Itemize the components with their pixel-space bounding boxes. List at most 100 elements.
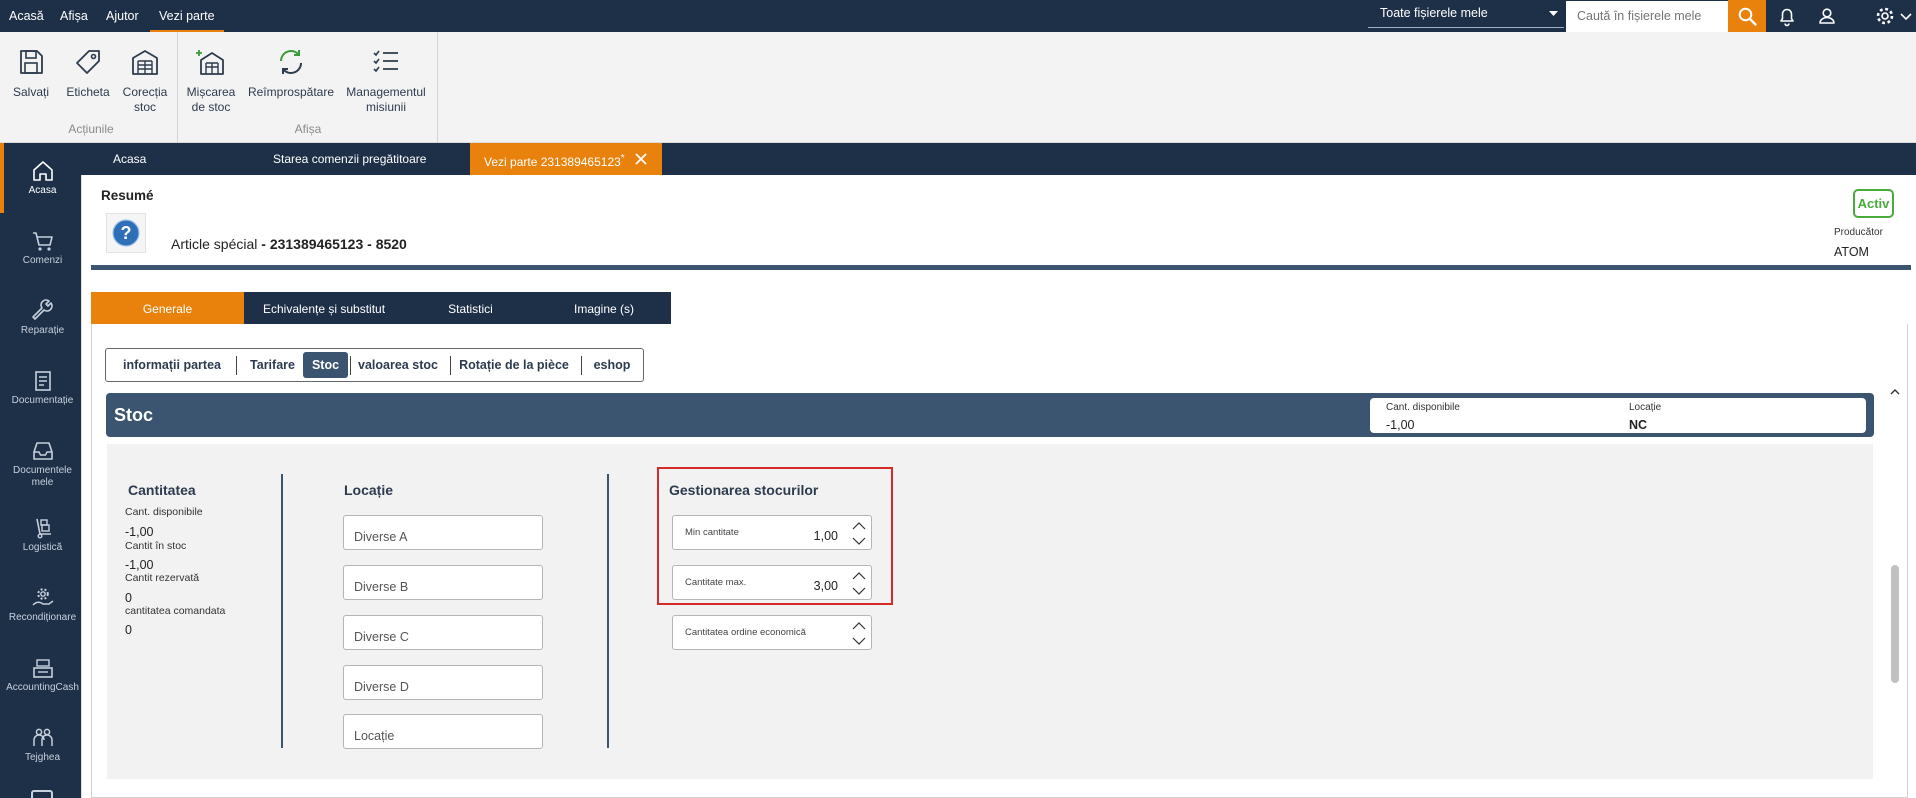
label-button[interactable]: Eticheta xyxy=(62,32,114,124)
sidebar-item-documentatie[interactable]: Documentație xyxy=(4,353,81,423)
search-input[interactable] xyxy=(1566,1,1728,32)
article-image-placeholder: ? xyxy=(106,213,146,253)
stoc-section-title: Stoc xyxy=(114,405,154,425)
sidebar-item-partial-icon xyxy=(31,790,53,798)
inbox-icon xyxy=(31,439,55,463)
subtab-tarifare[interactable]: Tarifare xyxy=(237,352,308,378)
settings-chevron-down-icon[interactable] xyxy=(1898,3,1914,29)
sidebar-item-documentele-mele[interactable]: Documentele mele xyxy=(4,423,81,493)
qty-ordered-value: 0 xyxy=(125,623,132,637)
notification-bell-icon[interactable] xyxy=(1774,3,1800,29)
tab-imagine[interactable]: Imagine (s) xyxy=(537,292,671,324)
article-name: Article spécial xyxy=(171,236,258,252)
qty-reserved-label: Cantit rezervată xyxy=(125,572,200,584)
scope-select[interactable]: Toate fișierele mele xyxy=(1368,1,1564,28)
doc-tab-label: Vezi parte 231389465123 xyxy=(484,155,621,169)
summary-title: Resumé xyxy=(101,188,154,203)
modified-mark: * xyxy=(620,153,625,164)
save-button[interactable]: Salvați xyxy=(7,32,55,124)
sub-tabs: informații partea Tarifare Stoc valoarea… xyxy=(105,348,644,382)
stock-movement-label: Mișcarea de stoc xyxy=(186,85,236,114)
menu-vezi-parte[interactable]: Vezi parte xyxy=(150,0,224,32)
tab-statistici[interactable]: Statistici xyxy=(404,292,537,324)
scroll-up-arrow-icon[interactable] xyxy=(1888,385,1902,399)
menu-afisa[interactable]: Afișa xyxy=(60,0,88,32)
svg-text:?: ? xyxy=(121,223,132,243)
diverse-d-field[interactable]: Diverse D xyxy=(343,665,543,700)
location-field[interactable]: Locație xyxy=(343,714,543,749)
subtab-rotatie[interactable]: Rotație de la pièce xyxy=(451,352,577,378)
help-question-icon: ? xyxy=(111,218,141,248)
doc-tab-acasa[interactable]: Acasa xyxy=(113,143,233,175)
sidebar-item-label: Reparație xyxy=(20,325,65,336)
save-label: Salvați xyxy=(12,85,50,99)
chevron-down-icon[interactable] xyxy=(851,634,867,648)
quantity-section-title: Cantitatea xyxy=(128,482,196,498)
stock-correction-label: Corecția stoc xyxy=(122,85,168,114)
stock-correction-button[interactable]: Corecția stoc xyxy=(118,32,172,124)
summary-header xyxy=(91,178,1911,270)
sidebar-item-accountingcash[interactable]: AccountingCash xyxy=(4,640,81,710)
search-button[interactable] xyxy=(1728,0,1766,32)
header-available-value: -1,00 xyxy=(1386,418,1415,432)
qty-available-label: Cant. disponibile xyxy=(125,506,203,518)
location-section-title: Locație xyxy=(344,482,394,498)
qty-ordered-label: cantitatea comandata xyxy=(125,605,226,617)
top-menu-bar: Acasă Afișa Ajutor Vezi parte Toate fiși… xyxy=(0,0,1916,32)
chevron-up-icon[interactable] xyxy=(851,619,867,633)
cash-register-icon xyxy=(31,656,55,680)
header-available-label: Cant. disponibile xyxy=(1386,402,1460,413)
main-tabs: Generale Echivalențe și substitut Statis… xyxy=(91,292,671,324)
sidebar-item-acasa[interactable]: Acasa xyxy=(4,143,81,213)
sidebar-item-logistica[interactable]: Logistică xyxy=(4,500,81,570)
warehouse-icon xyxy=(130,47,160,77)
tab-generale[interactable]: Generale xyxy=(91,292,244,324)
sidebar-item-reconditionare[interactable]: Recondiționare xyxy=(4,570,81,640)
subtab-divider xyxy=(350,356,351,375)
scrollbar-thumb[interactable] xyxy=(1891,565,1899,683)
close-icon[interactable] xyxy=(634,152,648,166)
search-icon xyxy=(1738,7,1757,26)
subtab-informatii[interactable]: informații partea xyxy=(109,352,235,378)
qty-reserved-value: 0 xyxy=(125,591,132,605)
article-code: - 231389465123 - 8520 xyxy=(257,236,407,252)
mission-management-button[interactable]: Managementul misiunii xyxy=(341,32,431,124)
ribbon-toolbar: Salvați Eticheta Corecția stoc Acțiunile… xyxy=(0,32,1916,143)
ribbon-group-actions-label: Acțiunile xyxy=(68,122,114,136)
refresh-label: Reîmprospătare xyxy=(247,85,335,99)
stock-movement-button[interactable]: Mișcarea de stoc xyxy=(183,32,239,124)
sidebar-item-reparatie[interactable]: Reparație xyxy=(4,283,81,353)
subtab-stoc[interactable]: Stoc xyxy=(303,352,348,378)
refresh-button[interactable]: Reîmprospătare xyxy=(245,32,337,124)
tab-echivalente[interactable]: Echivalențe și substitut xyxy=(244,292,404,324)
doc-tab-vezi-parte[interactable]: Vezi parte 231389465123* xyxy=(470,143,662,175)
diverse-c-field[interactable]: Diverse C xyxy=(343,615,543,650)
sidebar-item-comenzi[interactable]: Comenzi xyxy=(4,213,81,283)
diverse-a-field[interactable]: Diverse A xyxy=(343,515,543,550)
menu-ajutor[interactable]: Ajutor xyxy=(106,0,139,32)
article-heading: Article spécial - 231389465123 - 8520 xyxy=(171,236,407,252)
settings-gear-icon[interactable] xyxy=(1872,3,1898,29)
subtab-divider xyxy=(581,356,582,375)
sidebar-item-label: Documentele mele xyxy=(13,465,72,488)
checklist-icon xyxy=(371,47,401,77)
doc-tab-label: Starea comenzii pregătitoare xyxy=(273,152,427,166)
gear-hand-icon xyxy=(31,586,55,610)
producer-label: Producător xyxy=(1834,227,1883,238)
header-location-label: Locație xyxy=(1629,402,1662,413)
menu-acasa[interactable]: Acasă xyxy=(9,0,44,32)
chevron-down-icon xyxy=(1549,11,1558,17)
sidebar-item-label: Recondiționare xyxy=(8,612,77,623)
header-location-value: NC xyxy=(1629,418,1648,432)
column-divider xyxy=(281,474,283,748)
subtab-valoarea-stoc[interactable]: valoarea stoc xyxy=(352,352,444,378)
subtab-eshop[interactable]: eshop xyxy=(583,352,641,378)
sidebar-item-label: Acasa xyxy=(28,185,57,196)
user-icon[interactable] xyxy=(1814,3,1840,29)
home-icon xyxy=(31,159,55,183)
economic-order-quantity-label: Cantitatea ordine economică xyxy=(685,627,806,638)
ribbon-group-divider xyxy=(437,32,438,143)
sidebar-item-tejghea[interactable]: Tejghea xyxy=(4,710,81,780)
diverse-b-field[interactable]: Diverse B xyxy=(343,565,543,600)
economic-order-quantity-stepper[interactable]: Cantitatea ordine economică xyxy=(672,615,872,650)
